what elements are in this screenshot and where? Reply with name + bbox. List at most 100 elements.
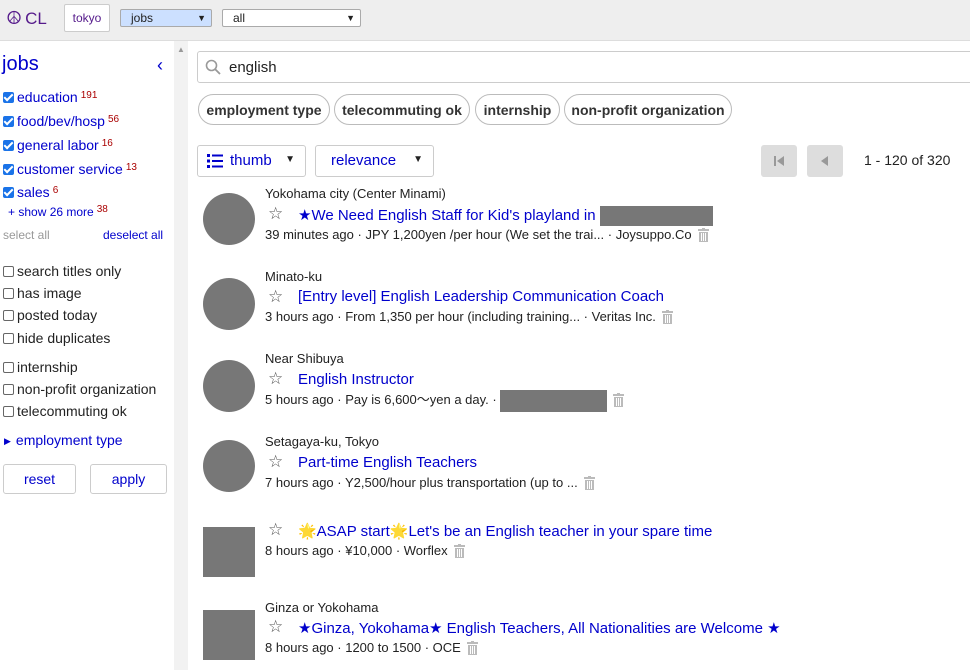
result-title-link[interactable]: 🌟ASAP start🌟Let's be an English teacher … <box>298 522 712 540</box>
result-location: Near Shibuya <box>265 351 344 366</box>
checkbox-checked[interactable] <box>3 187 14 198</box>
result-meta-text: 8 hours ago · ¥10,000 · Worflex <box>265 543 448 558</box>
trash-icon[interactable] <box>453 544 465 558</box>
category-label: general labor <box>17 137 99 153</box>
sidebar-scrollbar[interactable]: ▲ <box>174 41 188 670</box>
chip-non-profit-organization[interactable]: non-profit organization <box>564 94 732 125</box>
caret-down-icon: ▼ <box>285 154 295 165</box>
result-thumbnail[interactable] <box>203 527 255 577</box>
checkbox-checked[interactable] <box>3 164 14 175</box>
result-title: ★We Need English Staff for Kid's playlan… <box>298 207 596 224</box>
view-mode-label: thumb <box>230 152 272 169</box>
category-general-labor[interactable]: general labor 16 <box>3 137 113 153</box>
result-meta-text: 3 hours ago · From 1,350 per hour (inclu… <box>265 309 656 324</box>
subcategory-select[interactable]: all ▼ <box>222 9 361 27</box>
checkbox-unchecked[interactable] <box>3 384 14 395</box>
result-thumbnail[interactable] <box>203 610 255 660</box>
result-title-link[interactable]: ★Ginza, Yokohama★ English Teachers, All … <box>298 619 781 637</box>
show-more-count: 38 <box>96 204 108 215</box>
checkbox-unchecked[interactable] <box>3 288 14 299</box>
option-internship[interactable]: internship <box>3 359 78 375</box>
redacted-block <box>599 206 713 227</box>
option-search-titles-only[interactable]: search titles only <box>3 263 121 279</box>
favorite-star-icon[interactable]: ☆ <box>268 520 283 540</box>
result-meta: 8 hours ago · 1200 to 1500 · OCE <box>265 640 478 655</box>
result-meta-text: 8 hours ago · 1200 to 1500 · OCE <box>265 640 461 655</box>
category-count: 16 <box>101 138 113 149</box>
category-label: food/bev/hosp <box>17 113 105 129</box>
option-posted-today[interactable]: posted today <box>3 307 97 323</box>
sort-dropdown[interactable]: relevance ▼ <box>315 145 434 177</box>
category-sales[interactable]: sales 6 <box>3 184 58 200</box>
logo-text: CL <box>25 9 47 28</box>
redacted-block <box>500 389 608 412</box>
craigslist-logo[interactable]: ☮ CL <box>6 8 47 29</box>
result-thumbnail[interactable] <box>203 440 255 492</box>
result-location: Yokohama city (Center Minami) <box>265 186 446 201</box>
result-title-link[interactable]: Part-time English Teachers <box>298 454 477 471</box>
category-customer-service[interactable]: customer service 13 <box>3 161 137 177</box>
result-title-link[interactable]: English Instructor <box>298 371 414 388</box>
category-education[interactable]: education 191 <box>3 89 97 105</box>
checkbox-unchecked[interactable] <box>3 406 14 417</box>
favorite-star-icon[interactable]: ☆ <box>268 617 283 637</box>
previous-page-icon <box>821 156 828 166</box>
category-select[interactable]: jobs ▼ <box>120 9 212 27</box>
city-button[interactable]: tokyo <box>64 4 110 32</box>
checkbox-unchecked[interactable] <box>3 333 14 344</box>
result-thumbnail[interactable] <box>203 278 255 330</box>
result-thumbnail[interactable] <box>203 360 255 412</box>
deselect-all-link[interactable]: deselect all <box>103 228 163 242</box>
peace-icon: ☮ <box>6 8 23 28</box>
result-meta: 8 hours ago · ¥10,000 · Worflex <box>265 543 465 558</box>
first-page-button[interactable] <box>761 145 797 177</box>
favorite-star-icon[interactable]: ☆ <box>268 287 283 307</box>
first-page-icon <box>774 156 784 166</box>
apply-button[interactable]: apply <box>90 464 167 494</box>
option-has-image[interactable]: has image <box>3 285 82 301</box>
checkbox-checked[interactable] <box>3 140 14 151</box>
chip-employment-type[interactable]: employment type <box>198 94 330 125</box>
result-thumbnail[interactable] <box>203 193 255 245</box>
favorite-star-icon[interactable]: ☆ <box>268 204 283 224</box>
checkbox-unchecked[interactable] <box>3 266 14 277</box>
checkbox-unchecked[interactable] <box>3 310 14 321</box>
scroll-up-icon[interactable]: ▲ <box>177 45 185 54</box>
category-food-bev-hosp[interactable]: food/bev/hosp 56 <box>3 113 119 129</box>
option-hide-duplicates[interactable]: hide duplicates <box>3 330 110 346</box>
option-label: posted today <box>17 307 98 323</box>
result-title-link[interactable]: ★We Need English Staff for Kid's playlan… <box>298 206 713 227</box>
checkbox-checked[interactable] <box>3 92 14 103</box>
show-more-link[interactable]: + show 26 more 38 <box>8 204 108 219</box>
search-input[interactable] <box>229 58 729 76</box>
trash-icon[interactable] <box>583 476 595 490</box>
select-all-link[interactable]: select all <box>3 228 50 242</box>
result-meta: 39 minutes ago · JPY 1,200yen /per hour … <box>265 227 709 242</box>
result-meta-text: 7 hours ago · Y2,500/hour plus transport… <box>265 475 578 490</box>
result-title-link[interactable]: [Entry level] English Leadership Communi… <box>298 288 664 305</box>
collapse-sidebar-icon[interactable]: ‹ <box>157 55 163 76</box>
favorite-star-icon[interactable]: ☆ <box>268 452 283 472</box>
option-non-profit[interactable]: non-profit organization <box>3 381 156 397</box>
view-mode-dropdown[interactable]: thumb ▼ <box>197 145 306 177</box>
category-count: 13 <box>125 162 137 173</box>
category-count: 6 <box>52 185 59 196</box>
category-label: education <box>17 89 78 105</box>
previous-page-button[interactable] <box>807 145 843 177</box>
checkbox-unchecked[interactable] <box>3 362 14 373</box>
option-label: internship <box>17 359 78 375</box>
trash-icon[interactable] <box>466 641 478 655</box>
category-select-value: jobs <box>131 11 154 25</box>
reset-button[interactable]: reset <box>3 464 76 494</box>
category-label: customer service <box>17 161 123 177</box>
trash-icon[interactable] <box>697 228 709 242</box>
subcategory-select-value: all <box>233 11 246 25</box>
option-telecommuting[interactable]: telecommuting ok <box>3 403 127 419</box>
trash-icon[interactable] <box>661 310 673 324</box>
chip-telecommuting-ok[interactable]: telecommuting ok <box>334 94 470 125</box>
checkbox-checked[interactable] <box>3 116 14 127</box>
employment-type-toggle[interactable]: ▶ employment type <box>4 432 123 448</box>
trash-icon[interactable] <box>613 393 625 407</box>
favorite-star-icon[interactable]: ☆ <box>268 369 283 389</box>
chip-internship[interactable]: internship <box>475 94 560 125</box>
